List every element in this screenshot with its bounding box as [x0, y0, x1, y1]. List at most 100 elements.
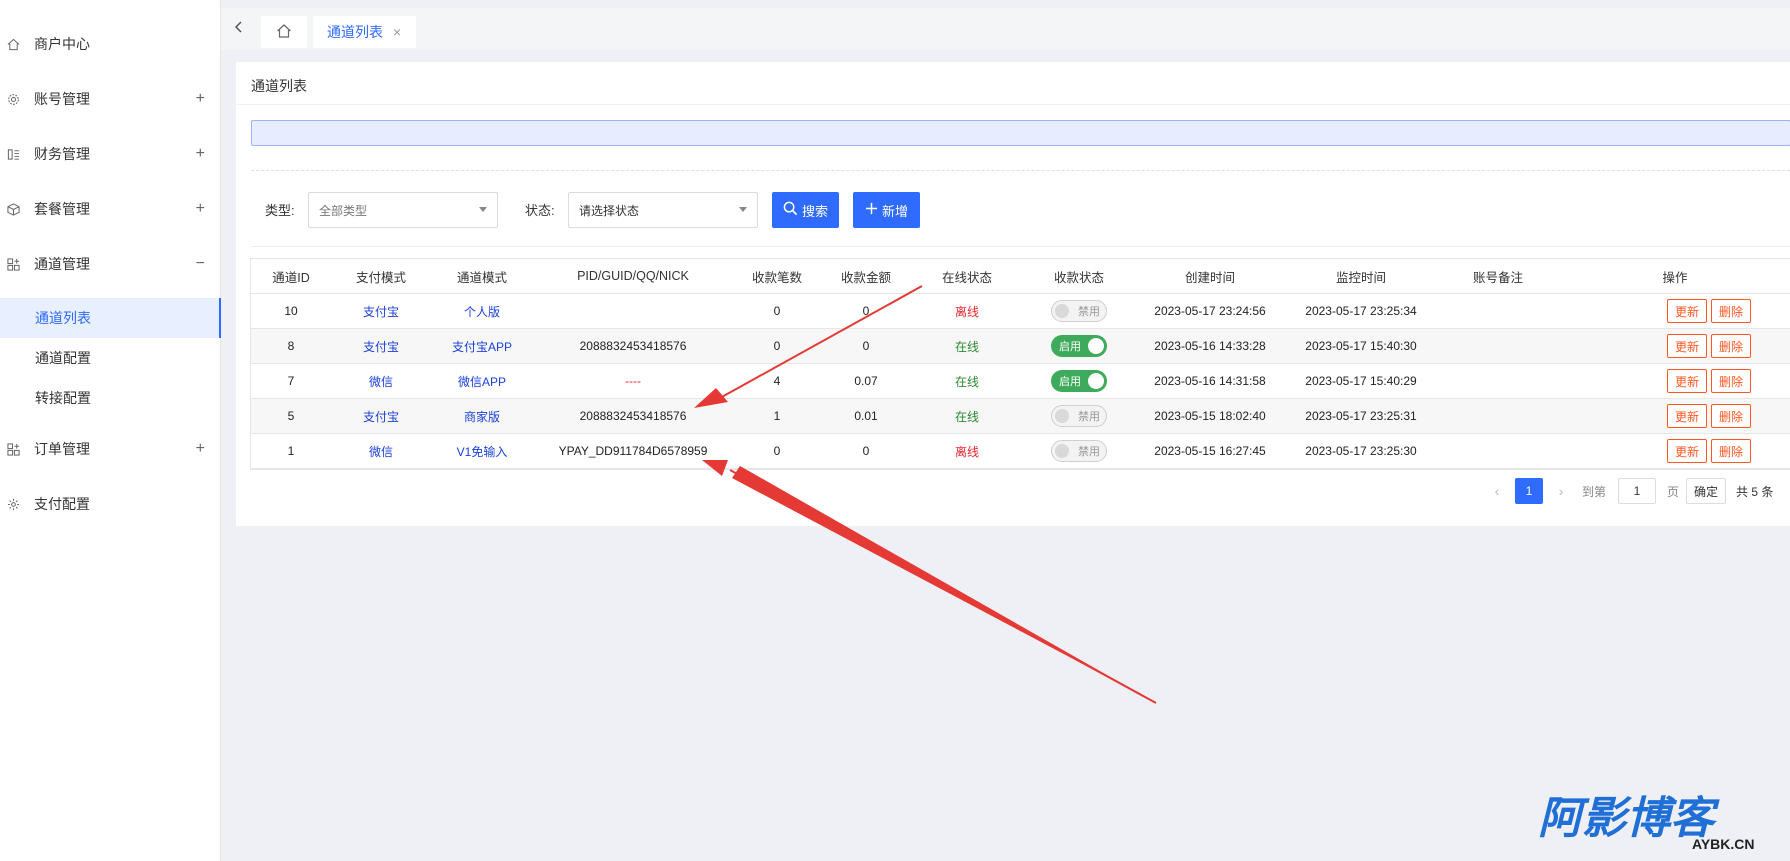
- row-actions: 更新 删除: [1667, 399, 1790, 433]
- row-actions: 更新 删除: [1667, 434, 1790, 468]
- delete-button[interactable]: 删除: [1711, 299, 1752, 323]
- sidebar-item-label: 订单管理: [34, 441, 90, 457]
- channel-mode-link[interactable]: 商家版: [431, 399, 533, 433]
- sidebar-subitem-label: 通道配置: [35, 350, 91, 366]
- sidebar-item-label: 账号管理: [34, 91, 90, 107]
- pagination: ‹ 1 › 到第 1 页 确定 共 5 条: [236, 478, 1790, 504]
- online-status: 离线: [954, 304, 979, 319]
- monitor-time: 2023-05-17 15:40:30: [1305, 339, 1417, 353]
- collapse-icon[interactable]: −: [196, 255, 205, 273]
- collect-status-toggle[interactable]: 禁用: [1051, 440, 1107, 462]
- gear-icon: [6, 92, 20, 106]
- collect-status-toggle[interactable]: 禁用: [1051, 405, 1107, 427]
- apps-icon: [6, 442, 20, 456]
- cube-icon: [6, 202, 20, 216]
- sidebar-subitem-transfer-config[interactable]: 转接配置: [0, 378, 221, 418]
- table-row: 5 支付宝 商家版 2088832453418576 1 0.01 在线 禁用 …: [251, 399, 1790, 434]
- toggle-knob: [1055, 409, 1069, 423]
- monitor-time: 2023-05-17 23:25:34: [1305, 304, 1417, 318]
- channel-mode-link[interactable]: V1免输入: [431, 434, 533, 468]
- sidebar-item-label: 商户中心: [34, 36, 90, 52]
- chevron-left-icon[interactable]: ‹: [1487, 478, 1507, 504]
- update-button[interactable]: 更新: [1667, 334, 1708, 358]
- update-button[interactable]: 更新: [1667, 404, 1708, 428]
- info-bar: [251, 120, 1790, 146]
- sidebar-subitem-label: 转接配置: [35, 390, 91, 406]
- goto-page-input[interactable]: 1: [1618, 478, 1656, 504]
- monitor-time: 2023-05-17 23:25:31: [1305, 409, 1417, 423]
- created-time: 2023-05-15 16:27:45: [1154, 444, 1266, 458]
- channel-mode-link[interactable]: 微信APP: [431, 364, 533, 398]
- status-select[interactable]: 请选择状态: [568, 192, 758, 228]
- account-remark: [1437, 434, 1559, 468]
- ledger-icon: [6, 147, 20, 161]
- close-icon[interactable]: ×: [393, 24, 401, 40]
- delete-button[interactable]: 删除: [1711, 439, 1752, 463]
- tab-label: 通道列表: [327, 24, 383, 40]
- search-button-label: 搜索: [801, 203, 828, 219]
- expand-icon[interactable]: +: [196, 145, 205, 163]
- toggle-label: 启用: [1059, 376, 1081, 388]
- sidebar-item-package[interactable]: 套餐管理 +: [0, 185, 221, 233]
- pay-mode-link[interactable]: 支付宝: [331, 329, 431, 363]
- sidebar-item-label: 套餐管理: [34, 201, 90, 217]
- update-button[interactable]: 更新: [1667, 299, 1708, 323]
- online-status: 在线: [954, 374, 979, 389]
- pay-mode-link[interactable]: 支付宝: [331, 294, 431, 328]
- sidebar-subitem-channel-config[interactable]: 通道配置: [0, 338, 221, 378]
- confirm-button[interactable]: 确定: [1686, 478, 1726, 504]
- delete-button[interactable]: 删除: [1711, 334, 1752, 358]
- update-button[interactable]: 更新: [1667, 439, 1708, 463]
- update-button[interactable]: 更新: [1667, 369, 1708, 393]
- total-count: 共 5 条: [1736, 484, 1774, 499]
- account-remark: [1437, 399, 1559, 433]
- page-unit-label: 页: [1667, 484, 1680, 499]
- tab-home[interactable]: [261, 16, 307, 48]
- collect-status-cell: 启用: [1023, 329, 1135, 363]
- pay-mode-link[interactable]: 微信: [331, 434, 431, 468]
- chevron-down-icon: [739, 207, 747, 212]
- column-header: 操作: [1662, 270, 1688, 285]
- toggle-knob: [1055, 444, 1069, 458]
- channel-mode-link[interactable]: 个人版: [431, 294, 533, 328]
- toggle-label: 禁用: [1078, 446, 1100, 458]
- divider: [251, 246, 1790, 247]
- column-header: PID/GUID/QQ/NICK: [577, 269, 689, 283]
- pid-value: ----: [625, 374, 641, 388]
- expand-icon[interactable]: +: [196, 440, 205, 458]
- type-select[interactable]: 全部类型: [308, 192, 498, 228]
- collect-status-cell: 禁用: [1023, 294, 1135, 328]
- status-filter-label: 状态:: [525, 203, 555, 218]
- channel-mode-link[interactable]: 支付宝APP: [431, 329, 533, 363]
- collect-count: 4: [773, 374, 781, 388]
- sidebar-item-payment-config[interactable]: 支付配置: [0, 480, 221, 528]
- expand-icon[interactable]: +: [196, 200, 205, 218]
- sidebar-item-account[interactable]: 账号管理 +: [0, 75, 221, 123]
- sidebar-item-channel[interactable]: 通道管理 −: [0, 240, 221, 288]
- collect-status-toggle[interactable]: 启用: [1051, 370, 1107, 392]
- collect-status-toggle[interactable]: 启用: [1051, 335, 1107, 357]
- add-button-label: 新增: [881, 203, 908, 219]
- online-status: 离线: [954, 444, 979, 459]
- add-button[interactable]: 新增: [853, 192, 920, 228]
- collect-status-toggle[interactable]: 禁用: [1051, 300, 1107, 322]
- chevron-right-icon[interactable]: ›: [1551, 478, 1571, 504]
- tab-channel-list[interactable]: 通道列表 ×: [313, 16, 416, 48]
- pay-mode-link[interactable]: 微信: [331, 364, 431, 398]
- delete-button[interactable]: 删除: [1711, 404, 1752, 428]
- sidebar-item-orders[interactable]: 订单管理 +: [0, 425, 221, 473]
- column-header: 支付模式: [355, 270, 406, 285]
- page-number-current[interactable]: 1: [1515, 478, 1543, 504]
- pay-mode-link[interactable]: 支付宝: [331, 399, 431, 433]
- sidebar-item-finance[interactable]: 财务管理 +: [0, 130, 221, 178]
- sidebar-item-label: 通道管理: [34, 256, 90, 272]
- column-header: 在线状态: [941, 270, 992, 285]
- delete-button[interactable]: 删除: [1711, 369, 1752, 393]
- chevron-left-icon[interactable]: [229, 18, 249, 38]
- expand-icon[interactable]: +: [196, 90, 205, 108]
- channel-id: 1: [287, 444, 295, 458]
- divider: [236, 104, 1790, 105]
- search-button[interactable]: 搜索: [772, 192, 839, 228]
- sidebar-subitem-channel-list[interactable]: 通道列表: [0, 298, 221, 338]
- sidebar-item-merchant-center[interactable]: 商户中心: [0, 20, 221, 68]
